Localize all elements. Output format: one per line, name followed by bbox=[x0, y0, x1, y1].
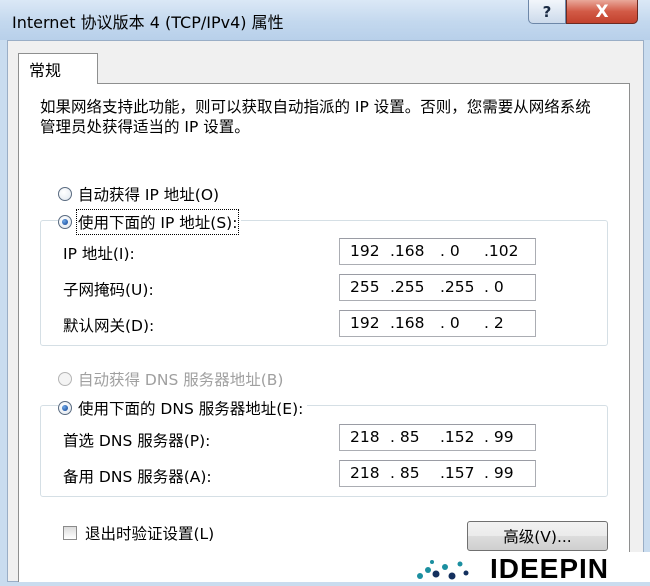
octet: 218 bbox=[350, 428, 380, 446]
radio-button-selected-icon bbox=[58, 215, 72, 229]
radio-button-selected-icon bbox=[58, 401, 72, 415]
octet: 218 bbox=[350, 464, 380, 482]
manual-ip-radio[interactable]: 使用下面的 IP 地址(S): bbox=[58, 209, 242, 235]
description-text: 如果网络支持此功能，则可以获取自动指派的 IP 设置。否则，您需要从网络系统管理… bbox=[40, 98, 591, 136]
watermark-text: IDEEPIN bbox=[490, 553, 610, 584]
checkbox-icon bbox=[63, 526, 77, 540]
preferred-dns-input[interactable]: 218 . 85 .152 . 99 bbox=[339, 424, 536, 451]
tab-general[interactable]: 常规 bbox=[18, 53, 98, 84]
auto-ip-label: 自动获得 IP 地址(O) bbox=[78, 186, 220, 204]
auto-ip-radio[interactable]: 自动获得 IP 地址(O) bbox=[58, 183, 224, 205]
octet: .157 bbox=[440, 464, 475, 482]
advanced-button[interactable]: 高级(V)... bbox=[467, 521, 608, 551]
octet: . 99 bbox=[484, 464, 514, 482]
validate-on-exit-checkbox[interactable]: 退出时验证设置(L) bbox=[63, 522, 219, 544]
octet: . 99 bbox=[484, 428, 514, 446]
alternate-dns-input[interactable]: 218 . 85 .157 . 99 bbox=[339, 460, 536, 487]
subnet-mask-label: 子网掩码(U): bbox=[63, 281, 154, 299]
title-bar[interactable]: Internet 协议版本 4 (TCP/IPv4) 属性 ? X bbox=[0, 0, 650, 40]
tab-general-label: 常规 bbox=[29, 61, 62, 80]
auto-dns-label: 自动获得 DNS 服务器地址(B) bbox=[78, 371, 284, 389]
octet: . 0 bbox=[440, 242, 460, 260]
ip-address-input[interactable]: 192 .168 . 0 .102 bbox=[339, 238, 536, 265]
window-title: Internet 协议版本 4 (TCP/IPv4) 属性 bbox=[12, 13, 284, 32]
advanced-button-label: 高级(V)... bbox=[503, 528, 572, 546]
validate-on-exit-label: 退出时验证设置(L) bbox=[85, 525, 215, 543]
preferred-dns-label: 首选 DNS 服务器(P): bbox=[63, 432, 211, 450]
ip-address-label: IP 地址(I): bbox=[63, 245, 135, 263]
default-gateway-input[interactable]: 192 .168 . 0 . 2 bbox=[339, 310, 536, 337]
question-mark-icon: ? bbox=[542, 2, 552, 21]
close-icon: X bbox=[595, 1, 609, 22]
default-gateway-label: 默认网关(D): bbox=[63, 317, 155, 335]
octet: .152 bbox=[440, 428, 475, 446]
alternate-dns-label: 备用 DNS 服务器(A): bbox=[63, 468, 212, 486]
octet: .255 bbox=[390, 278, 425, 296]
manual-dns-label: 使用下面的 DNS 服务器地址(E): bbox=[78, 400, 304, 418]
octet: 255 bbox=[350, 278, 380, 296]
manual-ip-label: 使用下面的 IP 地址(S): bbox=[75, 209, 240, 235]
octet: . 85 bbox=[390, 464, 420, 482]
auto-dns-radio: 自动获得 DNS 服务器地址(B) bbox=[58, 368, 288, 390]
octet: .102 bbox=[484, 242, 519, 260]
close-button[interactable]: X bbox=[566, 0, 638, 24]
manual-dns-radio[interactable]: 使用下面的 DNS 服务器地址(E): bbox=[58, 397, 308, 419]
octet: .168 bbox=[390, 242, 425, 260]
radio-button-disabled-icon bbox=[58, 372, 72, 386]
octet: . 0 bbox=[440, 314, 460, 332]
octet: . 2 bbox=[484, 314, 504, 332]
octet: . 0 bbox=[484, 278, 504, 296]
subnet-mask-input[interactable]: 255 .255 .255 . 0 bbox=[339, 274, 536, 301]
watermark: IDEEPIN bbox=[400, 552, 650, 584]
radio-button-icon bbox=[58, 187, 72, 201]
octet: 192 bbox=[350, 242, 380, 260]
deepin-logo-icon bbox=[417, 560, 469, 580]
octet: . 85 bbox=[390, 428, 420, 446]
octet: 192 bbox=[350, 314, 380, 332]
help-button[interactable]: ? bbox=[528, 0, 566, 24]
octet: .168 bbox=[390, 314, 425, 332]
octet: .255 bbox=[440, 278, 475, 296]
